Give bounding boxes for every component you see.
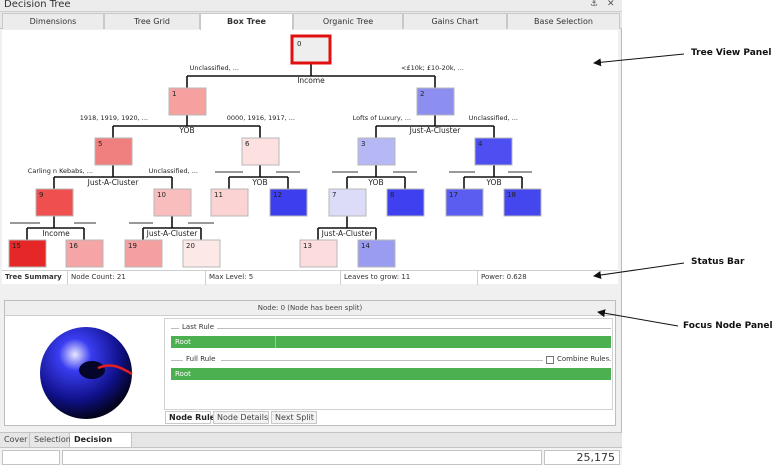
arrow-status-bar <box>593 262 685 279</box>
arrow-tree-view <box>593 53 685 67</box>
annotation-tree-view-panel: Tree View Panel <box>691 48 772 58</box>
arrow-focus-node <box>597 309 679 327</box>
annotation-arrows <box>593 53 685 327</box>
annotation-status-bar: Status Bar <box>691 257 745 267</box>
annotation-focus-node-panel: Focus Node Panel <box>683 321 773 331</box>
